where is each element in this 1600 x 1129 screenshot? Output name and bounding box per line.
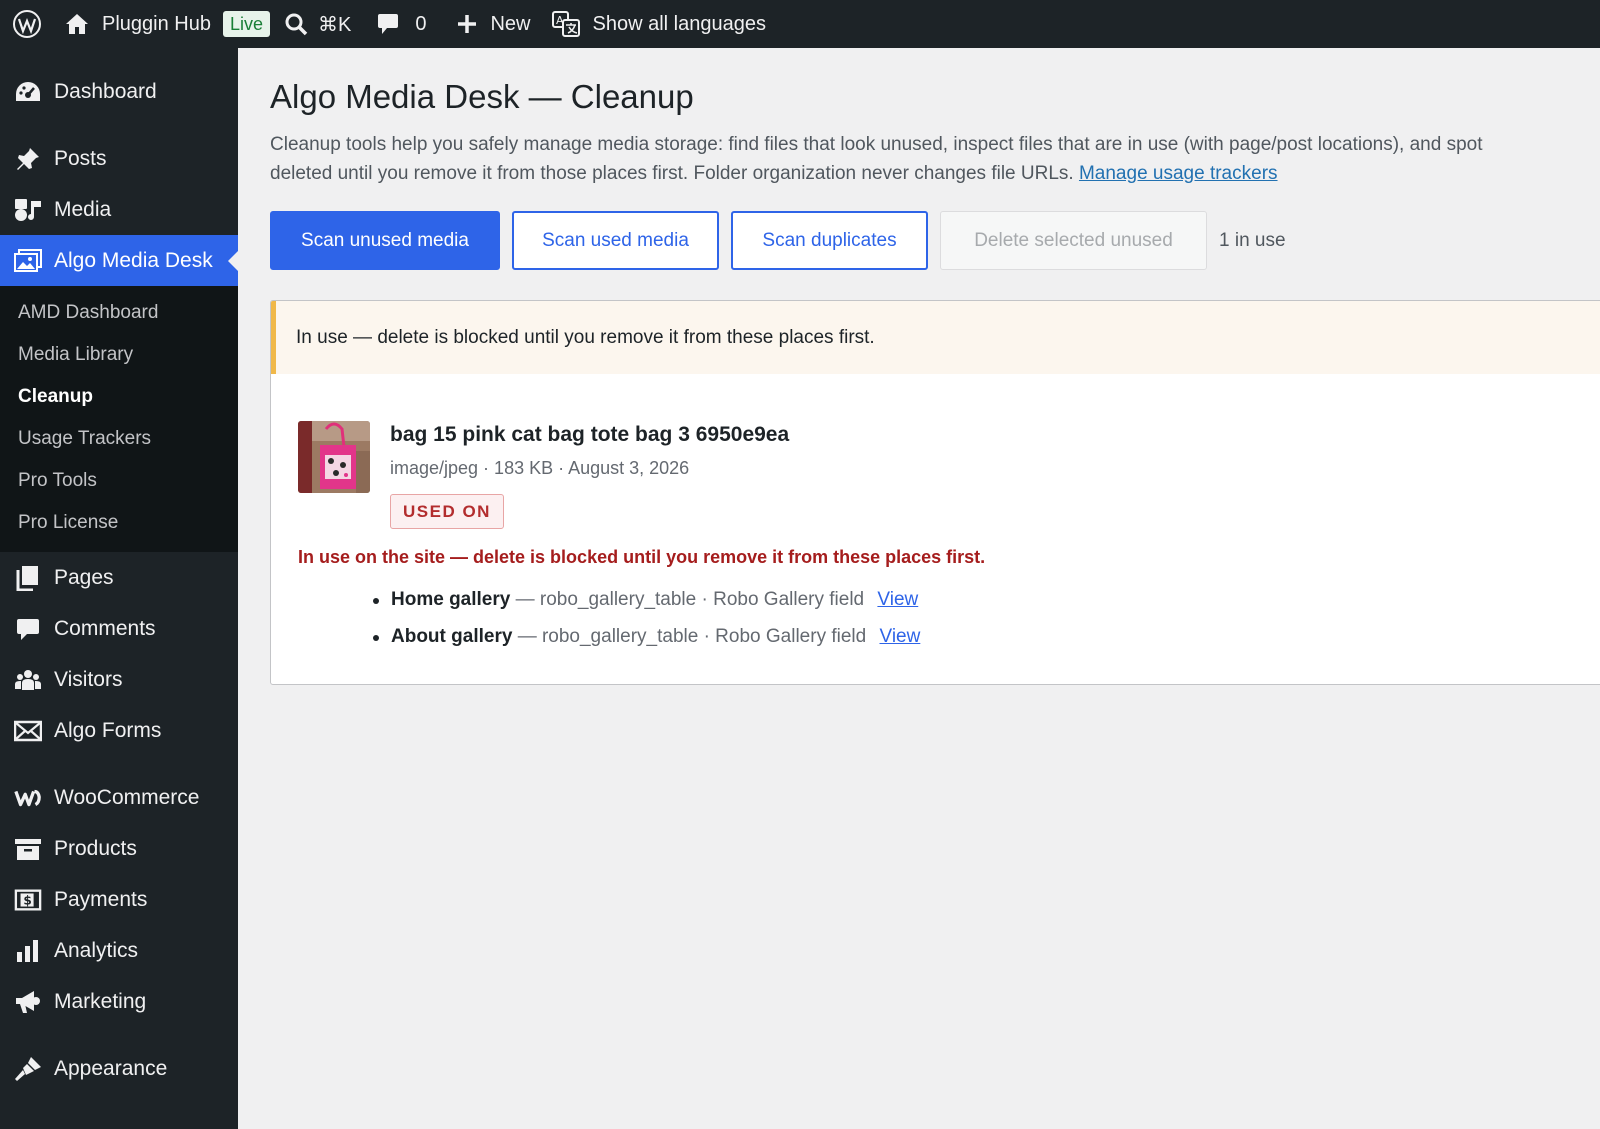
- page-intro: Cleanup tools help you safely manage med…: [270, 130, 1600, 188]
- search-button[interactable]: ⌘K: [270, 0, 351, 48]
- sidebar-item-appearance[interactable]: Appearance: [0, 1043, 238, 1094]
- sidebar-item-label: Posts: [54, 146, 107, 170]
- plus-icon: [458, 15, 477, 33]
- submenu-item-amd-dashboard[interactable]: AMD Dashboard: [0, 292, 238, 334]
- admin-bar: Pluggin Hub Live ⌘K 0 New A Show all lan…: [0, 0, 1600, 48]
- sidebar-item-label: Products: [54, 836, 137, 860]
- search-icon: [285, 13, 308, 36]
- search-shortcut: ⌘K: [318, 13, 352, 36]
- used-on-badge: USED ON: [390, 494, 504, 529]
- archive-icon: [14, 835, 42, 863]
- media-icon: [14, 196, 42, 224]
- sidebar-item-products[interactable]: Products: [0, 823, 238, 874]
- sidebar-item-label: Comments: [54, 616, 156, 640]
- submenu-item-usage-trackers[interactable]: Usage Trackers: [0, 418, 238, 460]
- view-usage-link[interactable]: View: [877, 589, 918, 610]
- admin-sidebar: Dashboard Posts Media Algo Media Desk AM…: [0, 48, 238, 1129]
- wordpress-logo-icon[interactable]: [0, 0, 52, 48]
- languages-label: Show all languages: [592, 12, 766, 35]
- payments-icon: $: [14, 886, 42, 914]
- mail-icon: [14, 717, 42, 745]
- scan-results-card: In use — delete is blocked until you rem…: [270, 300, 1600, 685]
- sidebar-item-label: Marketing: [54, 989, 147, 1013]
- usage-locations-list: Home gallery — robo_gallery_table · Robo…: [371, 587, 920, 661]
- manage-usage-trackers-link[interactable]: Manage usage trackers: [1079, 163, 1278, 184]
- intro-line-2: deleted until you remove it from those p…: [270, 159, 1600, 188]
- comments-count: 0: [415, 12, 427, 35]
- list-item: Home gallery — robo_gallery_table · Robo…: [371, 587, 920, 624]
- sidebar-item-analytics[interactable]: Analytics: [0, 925, 238, 976]
- sidebar-item-label: Algo Forms: [54, 718, 162, 742]
- bar-chart-icon: [14, 937, 42, 965]
- svg-text:$: $: [23, 893, 31, 907]
- delete-selected-button[interactable]: Delete selected unused: [940, 211, 1207, 270]
- view-usage-link[interactable]: View: [879, 626, 920, 647]
- sidebar-item-woocommerce[interactable]: WooCommerce: [0, 772, 238, 823]
- sidebar-item-marketing[interactable]: Marketing: [0, 976, 238, 1027]
- sidebar-item-label: Visitors: [54, 667, 123, 691]
- result-count: 1 in use: [1219, 229, 1286, 251]
- intro-line-1: Cleanup tools help you safely manage med…: [270, 134, 1483, 155]
- sidebar-item-label: Pages: [54, 565, 114, 589]
- sidebar-item-label: Analytics: [54, 938, 139, 962]
- sidebar-item-dashboard[interactable]: Dashboard: [0, 66, 238, 117]
- sidebar-item-label: Dashboard: [54, 79, 157, 103]
- scan-used-button[interactable]: Scan used media: [512, 211, 719, 270]
- sidebar-item-comments[interactable]: Comments: [0, 603, 238, 654]
- sidebar-item-posts[interactable]: Posts: [0, 133, 238, 184]
- site-name: Pluggin Hub: [102, 12, 211, 35]
- brush-icon: [14, 1055, 42, 1083]
- sidebar-item-pages[interactable]: Pages: [0, 552, 238, 603]
- megaphone-icon: [14, 988, 42, 1016]
- pin-icon: [14, 145, 42, 173]
- new-label: New: [490, 12, 531, 35]
- sidebar-item-payments[interactable]: $ Payments: [0, 874, 238, 925]
- intro-line-2-text: deleted until you remove it from those p…: [270, 163, 1074, 184]
- comments-link[interactable]: 0: [351, 0, 426, 48]
- usage-detail: — robo_gallery_table · Robo Gallery fiel…: [517, 626, 867, 647]
- home-icon: [66, 14, 88, 34]
- usage-detail: — robo_gallery_table · Robo Gallery fiel…: [515, 589, 865, 610]
- sidebar-item-label: Appearance: [54, 1056, 168, 1080]
- list-item: About gallery — robo_gallery_table · Rob…: [371, 624, 920, 661]
- usage-title: About gallery: [391, 626, 513, 647]
- submenu-item-media-library[interactable]: Media Library: [0, 334, 238, 376]
- media-thumbnail[interactable]: [298, 421, 370, 493]
- media-file-name: bag 15 pink cat bag tote bag 3 6950e9ea: [390, 423, 790, 446]
- live-badge: Live: [222, 11, 270, 37]
- comment-icon: [14, 615, 42, 643]
- comment-icon: [378, 14, 399, 34]
- submenu-item-pro-license[interactable]: Pro License: [0, 502, 238, 544]
- visitors-icon: [14, 666, 42, 694]
- usage-title: Home gallery: [391, 589, 511, 610]
- new-content-link[interactable]: New: [426, 0, 530, 48]
- translate-icon: A: [552, 11, 581, 37]
- sidebar-item-media[interactable]: Media: [0, 184, 238, 235]
- page-title: Algo Media Desk — Cleanup: [270, 78, 694, 115]
- sidebar-item-label: Algo Media Desk: [54, 248, 213, 272]
- sidebar-item-algo-media-desk[interactable]: Algo Media Desk: [0, 235, 238, 286]
- sidebar-item-label: Payments: [54, 887, 148, 911]
- scan-duplicates-button[interactable]: Scan duplicates: [731, 211, 928, 270]
- sidebar-item-visitors[interactable]: Visitors: [0, 654, 238, 705]
- gallery-icon: [14, 247, 42, 275]
- pages-icon: [14, 564, 42, 592]
- languages-link[interactable]: A Show all languages: [530, 0, 766, 48]
- scan-unused-button[interactable]: Scan unused media: [270, 211, 500, 270]
- submenu-item-cleanup[interactable]: Cleanup: [0, 376, 238, 418]
- delete-blocked-message: In use on the site — delete is blocked u…: [298, 547, 986, 567]
- algo-media-desk-submenu: AMD Dashboard Media Library Cleanup Usag…: [0, 286, 238, 552]
- sidebar-item-label: Media: [54, 197, 112, 221]
- site-name-link[interactable]: Pluggin Hub Live: [52, 0, 270, 48]
- media-file-meta: image/jpeg · 183 KB · August 3, 2026: [390, 458, 690, 478]
- in-use-notice: In use — delete is blocked until you rem…: [271, 301, 1600, 374]
- cleanup-actions: Scan unused media Scan used media Scan d…: [270, 211, 1286, 270]
- sidebar-item-algo-forms[interactable]: Algo Forms: [0, 705, 238, 756]
- submenu-item-pro-tools[interactable]: Pro Tools: [0, 460, 238, 502]
- woocommerce-icon: [14, 784, 42, 812]
- dashboard-icon: [14, 78, 42, 106]
- sidebar-item-label: WooCommerce: [54, 785, 200, 809]
